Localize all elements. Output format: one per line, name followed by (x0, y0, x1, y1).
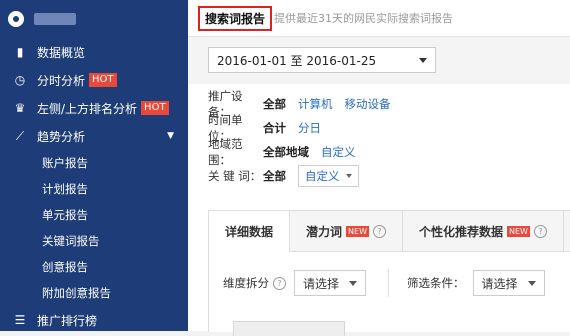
date-bar: 2016-01-01 至 2016-01-25 (188, 37, 570, 84)
sidebar-item-ranking[interactable]: ☰ 推广排行榜 (0, 306, 188, 334)
tab-label: 潜力词 (306, 224, 343, 239)
tab-detail-data[interactable]: 详细数据 (209, 211, 291, 252)
sidebar-item-trend-analysis[interactable]: ⟋ 趋势分析 ▼ (0, 122, 188, 150)
tab-bar: 详细数据 潜力词 NEW ? 个性化推荐数据 NEW ? (209, 211, 570, 252)
tab-personalized-data[interactable]: 个性化推荐数据 NEW ? (403, 211, 564, 251)
username-blurred (34, 13, 76, 25)
sidebar-subitem-unit-report[interactable]: 单元报告 (0, 202, 188, 228)
date-range-value: 2016-01-01 至 2016-01-25 (217, 53, 377, 68)
main-content: 搜索词报告 提供最近31天的网民实际搜索词报告 2016-01-01 至 201… (188, 0, 570, 336)
chevron-down-icon (345, 174, 352, 178)
list-icon: ☰ (14, 313, 26, 327)
filter-row-region: 地域范围： 全部地域 自定义 (208, 137, 403, 167)
clock-icon: ◷ (14, 73, 26, 87)
trophy-icon: ♛ (14, 101, 26, 115)
sidebar-item-label: 趋势分析 (37, 129, 86, 144)
help-icon[interactable]: ? (273, 276, 286, 290)
user-icon[interactable] (8, 11, 24, 27)
trend-icon: ⟋ (15, 128, 25, 143)
page-subtitle: 提供最近31天的网民实际搜索词报告 (274, 12, 454, 25)
sidebar-subitem-extra-creative-report[interactable]: 附加创意报告 (0, 280, 188, 306)
tab-label: 详细数据 (225, 225, 274, 239)
chevron-down-icon (419, 58, 427, 63)
condition-select[interactable]: 请选择 (472, 270, 545, 296)
dimension-select[interactable]: 请选择 (294, 270, 367, 296)
filter-option-mobile[interactable]: 移动设备 (345, 96, 391, 112)
page-title: 搜索词报告 (198, 5, 273, 31)
divider (388, 269, 390, 297)
filter-label: 关 键 词： (208, 169, 262, 183)
sidebar-item-label: 数据概览 (37, 45, 86, 60)
keyword-custom-label: 自定义 (305, 169, 340, 183)
help-icon[interactable]: ? (372, 224, 386, 238)
filter-option-all-keywords[interactable]: 全部 (263, 168, 286, 184)
help-icon[interactable]: ? (533, 224, 547, 238)
sidebar-header (0, 0, 188, 38)
sidebar: ▮ 数据概览 ◷ 分时分析 HOT ♛ 左侧/上方排名分析 HOT ⟋ 趋势分析… (0, 0, 188, 331)
caret-down-icon: ▼ (167, 131, 174, 141)
filter-label: 地域范围： (208, 137, 243, 167)
new-badge: NEW (346, 225, 369, 237)
sidebar-item-label: 左侧/上方排名分析 (37, 101, 138, 116)
condition-label: 筛选条件： (407, 276, 465, 290)
condition-select-value: 请选择 (481, 276, 518, 291)
sidebar-item-rank-analysis[interactable]: ♛ 左侧/上方排名分析 HOT (0, 94, 188, 122)
filter-option-all[interactable]: 全部 (263, 96, 286, 112)
bar-chart-icon: ▮ (16, 45, 24, 59)
chevron-down-icon (349, 280, 358, 286)
tab-potential-words[interactable]: 潜力词 NEW ? (290, 211, 403, 251)
action-button-partial[interactable] (233, 321, 345, 336)
filter-option-custom-region[interactable]: 自定义 (321, 144, 356, 160)
sidebar-subitem-creative-report[interactable]: 创意报告 (0, 254, 188, 280)
dimension-row: 维度拆分 ? 请选择 筛选条件： 请选择 (223, 269, 545, 297)
dimension-label: 维度拆分 (223, 276, 269, 290)
report-tabs-panel: 详细数据 潜力词 NEW ? 个性化推荐数据 NEW ? 维度拆分 ? 请选择 … (208, 210, 570, 336)
chevron-down-icon (527, 280, 536, 286)
date-range-select[interactable]: 2016-01-01 至 2016-01-25 (208, 47, 436, 73)
filter-option-total[interactable]: 合计 (263, 120, 286, 136)
page-header: 搜索词报告 提供最近31天的网民实际搜索词报告 (188, 0, 570, 37)
filter-panel: 推广设备： 全部 计算机 移动设备 时间单位： 合计 分日 地域范围： 全部地域… (208, 89, 403, 188)
sidebar-item-overview[interactable]: ▮ 数据概览 (0, 38, 188, 66)
sidebar-subitem-plan-report[interactable]: 计划报告 (0, 176, 188, 202)
dimension-select-value: 请选择 (303, 276, 340, 291)
filter-option-computer[interactable]: 计算机 (298, 96, 333, 112)
filter-option-daily[interactable]: 分日 (298, 120, 321, 136)
new-badge: NEW (507, 225, 530, 237)
filter-option-all-regions[interactable]: 全部地域 (263, 144, 309, 160)
sidebar-subitem-account-report[interactable]: 账户报告 (0, 150, 188, 176)
keyword-custom-select[interactable]: 自定义 (298, 165, 359, 187)
filter-row-keyword: 关 键 词： 全部 自定义 (208, 164, 403, 188)
sidebar-item-time-analysis[interactable]: ◷ 分时分析 HOT (0, 66, 188, 94)
sidebar-subitem-keyword-report[interactable]: 关键词报告 (0, 228, 188, 254)
hot-badge: HOT (89, 73, 117, 87)
hot-badge: HOT (141, 101, 169, 115)
sidebar-item-label: 分时分析 (37, 73, 86, 88)
tab-label: 个性化推荐数据 (418, 224, 503, 239)
sidebar-item-label: 推广排行榜 (37, 313, 98, 328)
